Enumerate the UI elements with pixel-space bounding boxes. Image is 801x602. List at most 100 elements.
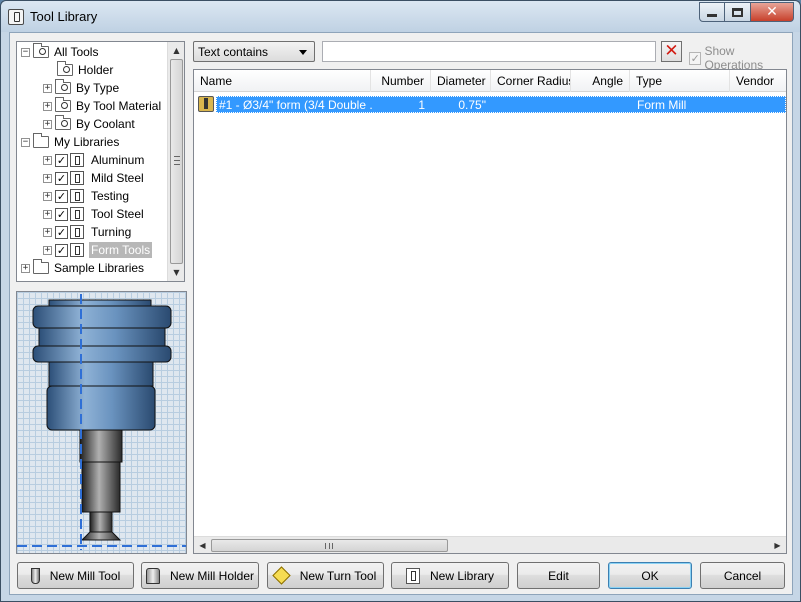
expand-icon[interactable]: + bbox=[21, 263, 30, 273]
tree-item-sample-libraries[interactable]: + Sample Libraries bbox=[21, 259, 146, 277]
library-icon bbox=[70, 189, 84, 203]
cancel-button[interactable]: Cancel bbox=[700, 562, 785, 589]
form-mill-icon bbox=[198, 96, 214, 112]
expand-icon[interactable]: + bbox=[43, 155, 52, 165]
edit-button[interactable]: Edit bbox=[517, 562, 600, 589]
scrollbar-thumb[interactable] bbox=[170, 59, 183, 264]
library-tree[interactable]: − All Tools Holder + By Type + By Tool M… bbox=[16, 41, 185, 282]
maximize-button[interactable] bbox=[725, 2, 751, 22]
tree-item-form-tools[interactable]: + ✓ Form Tools bbox=[43, 241, 153, 259]
expand-icon[interactable]: + bbox=[43, 83, 52, 93]
expand-icon[interactable]: + bbox=[43, 101, 52, 111]
minimize-button[interactable] bbox=[699, 2, 725, 22]
library-checkbox[interactable]: ✓ bbox=[55, 225, 68, 239]
title-bar[interactable]: Tool Library ✕ bbox=[1, 1, 800, 32]
scroll-right-icon[interactable]: ▶ bbox=[769, 537, 786, 553]
window-title: Tool Library bbox=[30, 9, 98, 24]
tree-item-all-tools[interactable]: − All Tools bbox=[21, 43, 100, 61]
show-operations-toggle[interactable]: ✓ Show Operations bbox=[689, 44, 792, 72]
scroll-down-icon[interactable]: ▼ bbox=[168, 264, 184, 281]
column-header-corner-radius[interactable]: Corner Radius bbox=[491, 70, 571, 92]
expand-icon[interactable]: + bbox=[43, 227, 52, 237]
clear-icon: ✕ bbox=[664, 41, 679, 61]
tree-item-tool-steel[interactable]: + ✓ Tool Steel bbox=[43, 205, 146, 223]
chevron-down-icon bbox=[299, 50, 307, 55]
new-mill-holder-button[interactable]: New Mill Holder bbox=[141, 562, 259, 589]
caption-buttons: ✕ bbox=[699, 2, 794, 22]
tree-item-by-coolant[interactable]: + By Coolant bbox=[43, 115, 137, 133]
scroll-up-icon[interactable]: ▲ bbox=[168, 42, 184, 59]
library-checkbox[interactable]: ✓ bbox=[55, 153, 68, 167]
cell-number: 1 bbox=[418, 98, 425, 112]
filter-mode-select[interactable]: Text contains bbox=[193, 41, 315, 62]
grip-icon bbox=[174, 156, 180, 165]
scrollbar-thumb[interactable] bbox=[211, 539, 448, 552]
tree-item-by-type[interactable]: + By Type bbox=[43, 79, 121, 97]
maximize-icon bbox=[732, 7, 743, 17]
scroll-left-icon[interactable]: ◀ bbox=[194, 537, 211, 553]
cell-vendor bbox=[737, 98, 786, 113]
library-checkbox[interactable]: ✓ bbox=[55, 243, 68, 257]
new-mill-holder-label: New Mill Holder bbox=[169, 568, 255, 583]
tree-scrollbar[interactable]: ▲ ▼ bbox=[167, 42, 184, 281]
tree-item-label: All Tools bbox=[54, 45, 99, 59]
tree-item-by-tool-material[interactable]: + By Tool Material bbox=[43, 97, 163, 115]
table-header: Name Number Diameter Corner Radius Angle… bbox=[194, 70, 786, 92]
search-input[interactable] bbox=[322, 41, 656, 62]
edit-label: Edit bbox=[548, 568, 569, 583]
tree-item-label: By Coolant bbox=[76, 117, 135, 131]
tree-item-my-libraries[interactable]: − My Libraries bbox=[21, 133, 121, 151]
tree-item-aluminum[interactable]: + ✓ Aluminum bbox=[43, 151, 146, 169]
close-button[interactable]: ✕ bbox=[751, 2, 794, 22]
new-library-button[interactable]: New Library bbox=[391, 562, 509, 589]
column-header-name[interactable]: Name bbox=[194, 70, 371, 92]
column-header-diameter[interactable]: Diameter bbox=[431, 70, 491, 92]
expand-icon[interactable]: + bbox=[43, 119, 52, 129]
tree-item-label: Testing bbox=[91, 189, 130, 203]
expand-icon[interactable]: + bbox=[43, 209, 52, 219]
tool-library-icon bbox=[8, 9, 24, 25]
search-folder-icon bbox=[55, 97, 71, 112]
new-turn-tool-button[interactable]: New Turn Tool bbox=[267, 562, 384, 589]
column-header-type[interactable]: Type bbox=[630, 70, 730, 92]
tree-item-testing[interactable]: + ✓ Testing bbox=[43, 187, 131, 205]
library-checkbox[interactable]: ✓ bbox=[55, 207, 68, 221]
column-header-angle[interactable]: Angle bbox=[571, 70, 630, 92]
tree-item-label: Tool Steel bbox=[91, 207, 144, 221]
expand-icon[interactable]: + bbox=[43, 191, 52, 201]
tool-table[interactable]: Name Number Diameter Corner Radius Angle… bbox=[193, 69, 787, 554]
mill-tool-icon bbox=[30, 567, 40, 584]
clear-filter-button[interactable]: ✕ bbox=[661, 41, 682, 62]
mill-holder-icon bbox=[145, 567, 160, 584]
ok-button[interactable]: OK bbox=[608, 562, 692, 589]
grip-icon bbox=[325, 543, 333, 549]
show-operations-label: Show Operations bbox=[704, 44, 764, 72]
library-checkbox[interactable]: ✓ bbox=[55, 171, 68, 185]
table-hscrollbar[interactable]: ◀ ▶ bbox=[194, 536, 786, 553]
minimize-icon bbox=[707, 13, 717, 17]
tree-item-mild-steel[interactable]: + ✓ Mild Steel bbox=[43, 169, 146, 187]
new-library-label: New Library bbox=[429, 568, 495, 583]
tree-item-turning[interactable]: + ✓ Turning bbox=[43, 223, 133, 241]
table-row[interactable]: #1 - Ø3/4" form (3/4 Double ... 1 0.75" … bbox=[198, 96, 786, 113]
library-checkbox[interactable]: ✓ bbox=[55, 189, 68, 203]
ok-label: OK bbox=[641, 568, 659, 583]
new-mill-tool-label: New Mill Tool bbox=[49, 568, 121, 583]
search-folder-icon bbox=[57, 61, 73, 76]
collapse-icon[interactable]: − bbox=[21, 137, 30, 147]
show-operations-checkbox[interactable]: ✓ bbox=[689, 51, 702, 65]
library-icon bbox=[70, 243, 84, 257]
tree-item-label: Aluminum bbox=[91, 153, 145, 167]
expand-icon[interactable]: + bbox=[43, 245, 52, 255]
tree-item-holder[interactable]: Holder bbox=[57, 61, 115, 79]
column-header-vendor[interactable]: Vendor bbox=[730, 70, 786, 92]
expand-icon[interactable]: + bbox=[43, 173, 52, 183]
column-header-number[interactable]: Number bbox=[371, 70, 431, 92]
tool-preview bbox=[16, 291, 187, 554]
new-mill-tool-button[interactable]: New Mill Tool bbox=[17, 562, 134, 589]
cell-diameter: 0.75" bbox=[458, 98, 486, 112]
tree-item-label: Holder bbox=[78, 63, 114, 77]
collapse-icon[interactable]: − bbox=[21, 47, 30, 57]
form-mill-illustration bbox=[17, 294, 186, 550]
dialog-body: − All Tools Holder + By Type + By Tool M… bbox=[9, 32, 793, 595]
